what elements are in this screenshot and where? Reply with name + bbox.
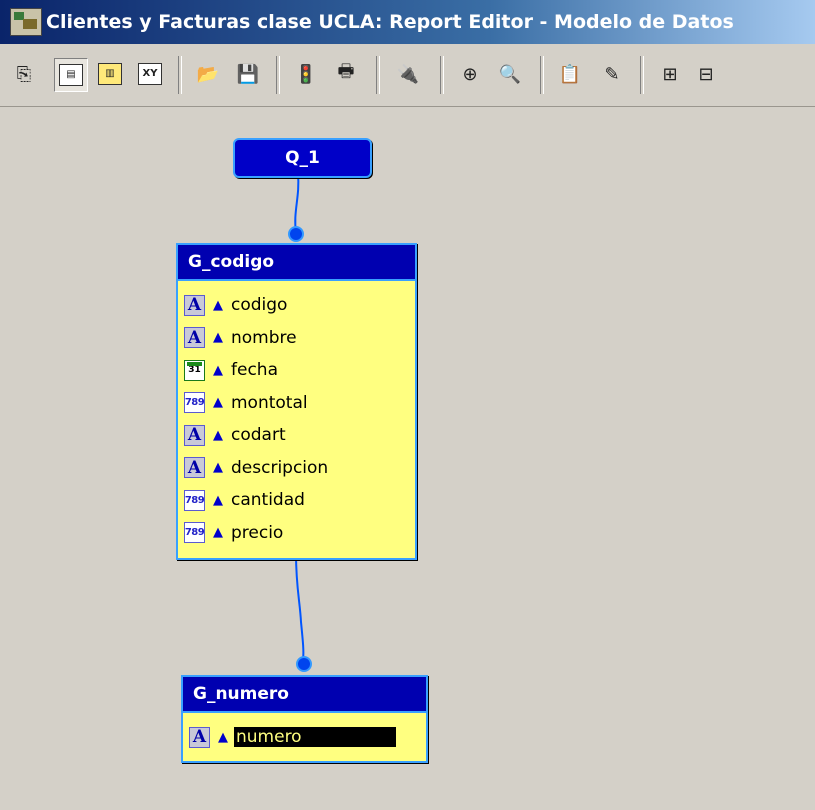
item-name: codigo xyxy=(231,295,288,316)
group-item-fecha[interactable]: 31 ▲ fecha xyxy=(178,354,415,387)
connect-button[interactable]: 🔌 xyxy=(392,58,424,90)
layout-model-icon: ▥ xyxy=(98,63,122,85)
up-arrow-icon: ▲ xyxy=(213,460,223,476)
plug-icon: 🔌 xyxy=(396,63,420,85)
print-button[interactable]: 🖶 xyxy=(330,58,362,90)
data-wizard-button[interactable]: ⎘ xyxy=(8,58,40,90)
run-button[interactable]: 🚦 xyxy=(290,58,322,90)
group-item-cantidad[interactable]: 789 ▲ cantidad xyxy=(178,484,415,517)
character-type-icon: A xyxy=(184,294,205,316)
character-type-icon: A xyxy=(189,726,210,748)
data-model-icon: ▤ xyxy=(59,64,83,86)
window-title: Clientes y Facturas clase UCLA: Report E… xyxy=(46,11,734,33)
traffic-light-icon: 🚦 xyxy=(294,63,318,85)
edit-button[interactable]: ✎ xyxy=(596,58,628,90)
number-type-icon: 789 xyxy=(184,489,205,511)
group-header[interactable]: G_numero xyxy=(183,677,426,713)
property-sheet-icon: 📋 xyxy=(558,63,582,85)
group-item-list: A ▲ codigo A ▲ nombre 31 ▲ fecha 789 ▲ m… xyxy=(178,281,415,549)
zoom-out-icon: 🔍 xyxy=(498,63,522,85)
item-name: fecha xyxy=(231,360,278,381)
toolbar-separator xyxy=(276,56,280,94)
character-type-icon: A xyxy=(184,424,205,446)
save-disk-icon: 💾 xyxy=(236,63,260,85)
title-bar: Clientes y Facturas clase UCLA: Report E… xyxy=(0,0,815,44)
up-arrow-icon: ▲ xyxy=(213,492,223,508)
open-button[interactable]: 📂 xyxy=(192,58,224,90)
save-button[interactable]: 💾 xyxy=(232,58,264,90)
up-arrow-icon: ▲ xyxy=(213,395,223,411)
group-item-precio[interactable]: 789 ▲ precio xyxy=(178,517,415,550)
toolbar-separator xyxy=(540,56,544,94)
cross-product-button[interactable]: XY xyxy=(134,58,166,90)
group-item-nombre[interactable]: A ▲ nombre xyxy=(178,322,415,355)
group-item-descripcion[interactable]: A ▲ descripcion xyxy=(178,452,415,485)
zoom-in-icon: ⊕ xyxy=(462,63,478,85)
item-name: nombre xyxy=(231,327,297,348)
up-arrow-icon: ▲ xyxy=(213,525,223,541)
item-name: precio xyxy=(231,522,284,543)
up-arrow-icon: ▲ xyxy=(213,330,223,346)
collapse-button[interactable]: ⊟ xyxy=(690,58,722,90)
property-inspector-button[interactable]: 📋 xyxy=(554,58,586,90)
group-item-montotal[interactable]: 789 ▲ montotal xyxy=(178,387,415,420)
number-type-icon: 789 xyxy=(184,522,205,544)
query-name: Q_1 xyxy=(285,148,320,168)
print-icon: 🖶 xyxy=(337,61,355,82)
data-model-canvas[interactable]: Q_1 G_codigo A ▲ codigo A ▲ nombre 31 ▲ … xyxy=(0,107,815,810)
toolbar-separator xyxy=(178,56,182,94)
character-type-icon: A xyxy=(184,457,205,479)
data-model-button[interactable]: ▤ xyxy=(54,58,88,92)
item-name: codart xyxy=(231,425,286,446)
plus-box-icon: ⊞ xyxy=(662,63,678,85)
up-arrow-icon: ▲ xyxy=(213,362,223,378)
item-name-selected[interactable]: numero xyxy=(234,727,396,748)
group-g-codigo[interactable]: G_codigo A ▲ codigo A ▲ nombre 31 ▲ fech… xyxy=(176,243,417,560)
minus-box-icon: ⊟ xyxy=(698,63,714,85)
toolbar-separator xyxy=(640,56,644,94)
report-builder-icon[interactable] xyxy=(10,8,42,36)
expand-button[interactable]: ⊞ xyxy=(654,58,686,90)
number-type-icon: 789 xyxy=(184,392,205,414)
up-arrow-icon: ▲ xyxy=(213,427,223,443)
toolbar-separator xyxy=(376,56,380,94)
magnify-document-icon: ⎘ xyxy=(16,63,32,85)
layout-model-button[interactable]: ▥ xyxy=(94,58,126,90)
group-item-numero[interactable]: A ▲ numero xyxy=(183,721,426,754)
group-item-codigo[interactable]: A ▲ codigo xyxy=(178,289,415,322)
item-name: cantidad xyxy=(231,490,305,511)
up-arrow-icon: ▲ xyxy=(213,297,223,313)
group-item-list: A ▲ numero xyxy=(183,713,426,754)
zoom-out-button[interactable]: 🔍 xyxy=(494,58,526,90)
query-q-1[interactable]: Q_1 xyxy=(233,138,372,178)
zoom-in-button[interactable]: ⊕ xyxy=(454,58,486,90)
group-group-link xyxy=(295,553,305,661)
group-header[interactable]: G_codigo xyxy=(178,245,415,281)
edit-pencil-icon: ✎ xyxy=(604,63,620,85)
query-group-link xyxy=(294,173,300,233)
character-type-icon: A xyxy=(184,327,205,349)
group-g-numero[interactable]: G_numero A ▲ numero xyxy=(181,675,428,763)
item-name: descripcion xyxy=(231,457,329,478)
link-connector xyxy=(296,656,312,672)
up-arrow-icon: ▲ xyxy=(218,729,228,745)
group-item-codart[interactable]: A ▲ codart xyxy=(178,419,415,452)
toolbar: ⎘ ▤ ▥ XY 📂 💾 🚦 🖶 🔌 ⊕ 🔍 📋 ✎ ⊞ ⊟ xyxy=(0,44,815,107)
date-type-icon: 31 xyxy=(184,359,205,381)
xy-icon: XY xyxy=(138,63,162,85)
toolbar-separator xyxy=(440,56,444,94)
item-name: montotal xyxy=(231,392,308,413)
open-folder-icon: 📂 xyxy=(196,63,220,85)
link-connector xyxy=(288,226,304,242)
